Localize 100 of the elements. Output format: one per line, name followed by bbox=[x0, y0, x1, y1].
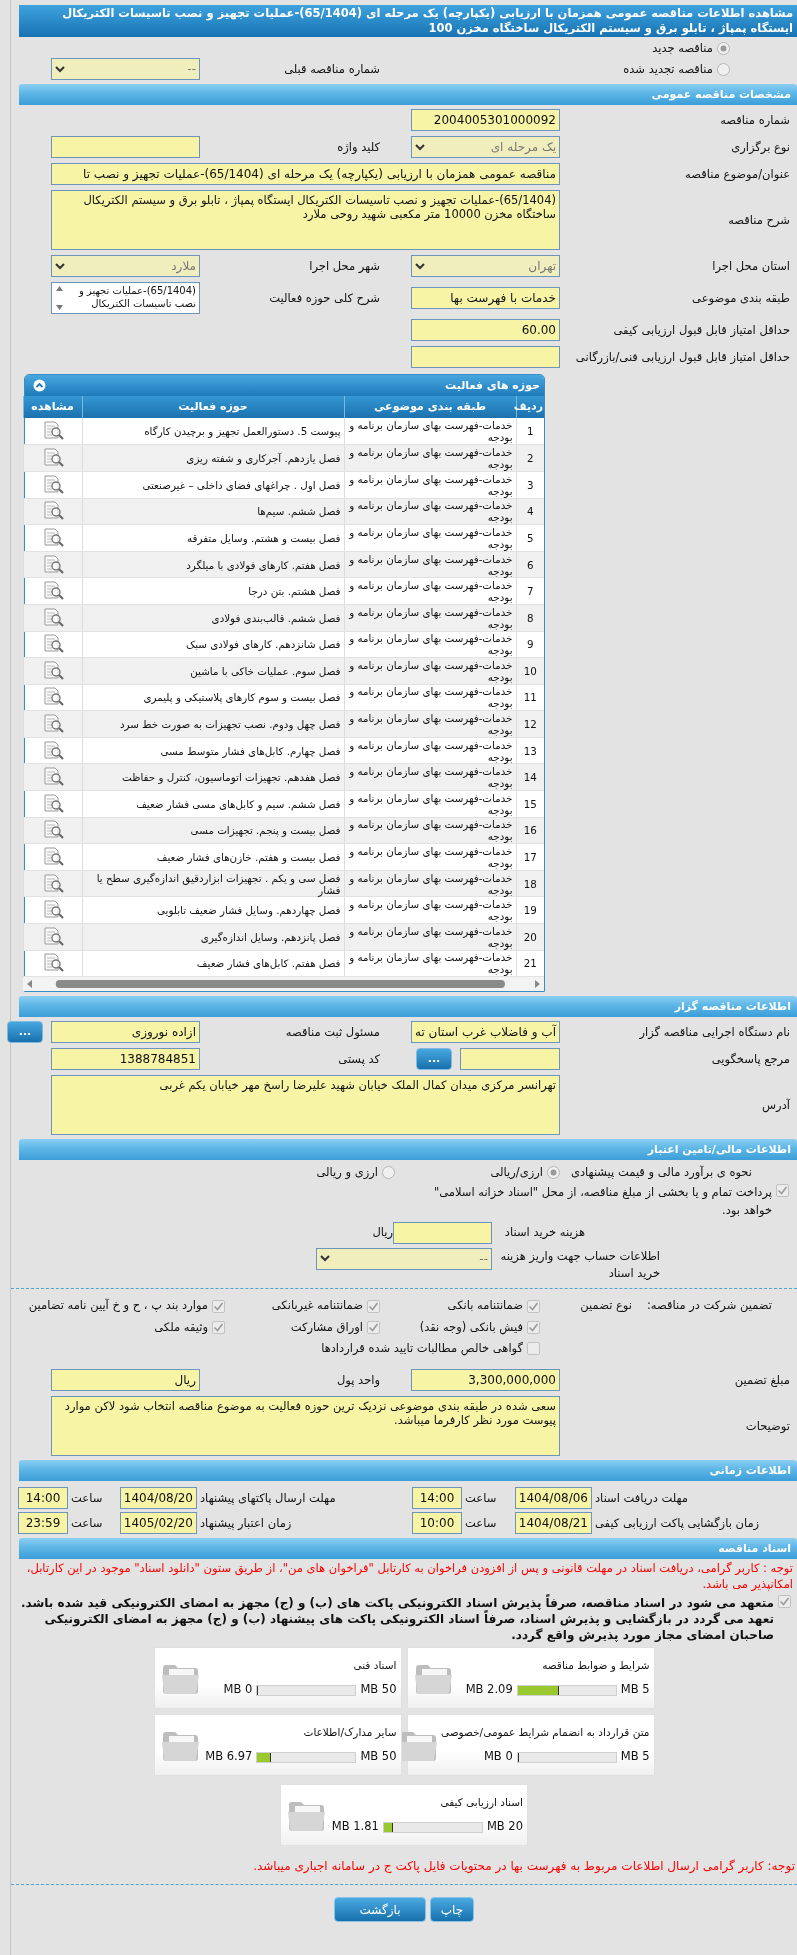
table-cell: 21 bbox=[516, 950, 544, 977]
input-field[interactable]: ازاده نوروزی bbox=[51, 1021, 200, 1044]
table-cell: 16 bbox=[516, 817, 544, 844]
time-field[interactable]: 23:59 bbox=[18, 1512, 68, 1535]
date-field[interactable]: 1404/08/06 bbox=[515, 1487, 592, 1510]
more-button[interactable]: ... bbox=[416, 1048, 452, 1071]
page-title: مشاهده اطلاعات مناقصه عمومی همزمان با ارزیابی (یکپارچه) یک مرحله ای (65/1404)-عملیات تجهیز و نصب تاسیسات الکتریکال ایستگاه پمپاژ ، تابلو برق و سیستم الکتریکال ساختگاه مخزن 100 bbox=[19, 5, 797, 37]
table-cell: 17 bbox=[516, 843, 544, 871]
field-label: عنوان/موضوع مناقصه bbox=[684, 165, 790, 183]
table-cell: 1 bbox=[516, 418, 544, 445]
table-cell: خدمات-فهرست بهای سازمان برنامه و بودجه bbox=[344, 950, 516, 977]
field-label: زمان اعتبار پیشنهاد bbox=[199, 1514, 293, 1532]
table-cell: فصل پانزدهم. وسایل اندازه‌گیری bbox=[82, 923, 344, 951]
table-cell: خدمات-فهرست بهای سازمان برنامه و بودجه bbox=[344, 657, 516, 685]
column-header: ردیف bbox=[516, 396, 544, 419]
option-label: ارزی و ریالی bbox=[316, 1164, 378, 1182]
checkbox-label: اوراق مشارکت bbox=[290, 1318, 363, 1336]
field-label: شهر محل اجرا bbox=[308, 257, 380, 275]
column-header: مشاهده bbox=[23, 396, 82, 419]
file-title: متن قرارداد به انضمام شرایط عمومی/خصوصی bbox=[440, 1724, 650, 1741]
date-field[interactable]: 1404/08/20 bbox=[120, 1487, 197, 1510]
field-label: ساعت bbox=[70, 1514, 104, 1532]
table-cell: خدمات-فهرست بهای سازمان برنامه و بودجه bbox=[344, 817, 516, 844]
table-cell: فصل بیست و هشتم. وسایل متفرقه bbox=[82, 524, 344, 552]
field-label: کد پستی bbox=[337, 1050, 380, 1068]
checkbox-label: موارد بند پ ، ح و خ آیین نامه تضامین bbox=[28, 1297, 208, 1315]
input-field[interactable]: ریال bbox=[51, 1369, 200, 1392]
table-cell: خدمات-فهرست بهای سازمان برنامه و بودجه bbox=[344, 444, 516, 472]
size-label: 0 MB bbox=[483, 1748, 513, 1766]
size-label: 2.09 MB bbox=[465, 1681, 513, 1699]
dropdown[interactable]: -- bbox=[51, 58, 200, 81]
field-label: مسئول ثبت مناقصه bbox=[284, 1023, 380, 1041]
field-label: مهلت ارسال پاکتهای پیشنهاد bbox=[199, 1489, 337, 1507]
field-label: واحد پول bbox=[335, 1371, 380, 1389]
table-cell: خدمات-فهرست بهای سازمان برنامه و بودجه bbox=[344, 418, 516, 445]
section-header: اسناد مناقصه bbox=[19, 1538, 797, 1560]
input-field[interactable]: مناقصه عمومی همزمان با ارزیابی (یکپارچه) یک مرحله ای (65/1404)-عملیات تجهیز و نصب تا bbox=[51, 163, 560, 186]
dropdown[interactable]: یک مرحله ای bbox=[411, 136, 560, 159]
table-cell: 13 bbox=[516, 737, 544, 764]
table-cell: خدمات-فهرست بهای سازمان برنامه و بودجه bbox=[344, 737, 516, 764]
text-area[interactable]: (65/1404)-عملیات تجهیز و نصب تاسیسات الکتریکال ایستگاه پمپاژ ، تابلو برق و سیستم الکتریکال ساختگاه مخزن 10000 متر مکعبی شهید روحی ملارد bbox=[51, 190, 560, 251]
input-field[interactable]: آب و فاضلاب غرب استان ته bbox=[411, 1021, 560, 1044]
input-field[interactable]: 1388784851 bbox=[51, 1048, 200, 1071]
option-label: مناقصه جدید bbox=[652, 40, 713, 57]
input-field[interactable]: 60.00 bbox=[411, 319, 560, 342]
time-field[interactable]: 14:00 bbox=[412, 1487, 462, 1510]
checkbox-label: ضمانتنامه غیربانکی bbox=[271, 1297, 363, 1315]
table-cell: 3 bbox=[516, 471, 544, 499]
field-label: طبقه بندی موضوعی bbox=[691, 289, 790, 307]
size-label: 0 MB bbox=[223, 1681, 253, 1699]
action-button[interactable]: بازگشت bbox=[334, 1897, 426, 1923]
dropdown[interactable]: تهران bbox=[411, 255, 560, 278]
date-field[interactable]: 1405/02/20 bbox=[120, 1512, 197, 1535]
table-cell: 8 bbox=[516, 604, 544, 631]
size-label: 5 MB bbox=[620, 1681, 650, 1699]
table-cell: فصل بیست و سوم کارهای پلاستیکی و پلیمری bbox=[82, 684, 344, 711]
dropdown[interactable]: ملارد bbox=[51, 255, 200, 278]
checkbox-label: گواهی خالص مطالبات تایید شده قراردادها bbox=[321, 1339, 523, 1358]
table-cell: خدمات-فهرست بهای سازمان برنامه و بودجه bbox=[344, 577, 516, 605]
list-box[interactable]: (65/1404)-عملیات تجهیز و نصب تاسیسات الکتریکال bbox=[51, 282, 200, 315]
text-area[interactable]: سعی شده در طبقه بندی موضوعی نزدیک ترین حوزه فعالیت به موضوع مناقصه انتخاب شود لاکن موارد پیوست مورد نظر کارفرما میباشد. bbox=[51, 1396, 560, 1457]
action-button[interactable]: چاپ bbox=[430, 1897, 474, 1923]
field-label: شماره مناقصه bbox=[719, 111, 790, 129]
field-label: اطلاعات حساب جهت واریز هزینه خرید اسناد bbox=[499, 1247, 660, 1283]
time-field[interactable]: 14:00 bbox=[18, 1487, 68, 1510]
field-label: مرجع پاسخگویی bbox=[710, 1050, 790, 1068]
field-label: مهلت دریافت اسناد bbox=[594, 1489, 689, 1507]
date-field[interactable]: 1404/08/21 bbox=[515, 1512, 592, 1535]
checkbox-label: وثیقه ملکی bbox=[154, 1318, 208, 1336]
table-cell: 19 bbox=[516, 896, 544, 924]
commitment-text: متعهد می شود در اسناد مناقصه، صرفاً پذیرش اسناد الکترونیکی پاکت های (ب) و (ج) مجهز به امضای الکترونیکی قید شده باشد. تعهد می گردد در بازگشایی و پذیرش اسناد، صرفاً اسناد الکترونیکی پاکت های پیشنهاد (ب) و (ج) مجهز به امضای الکترونیکی صاحبان امضای مجاز مورد پذیرش واقع گردد. bbox=[21, 1595, 774, 1644]
section-header: اطلاعات مناقصه گزار bbox=[19, 996, 797, 1018]
text-area[interactable]: تهرانسر مرکزی میدان کمال الملک خیابان شهید علیرضا راسخ مهر خیابان یکم غربی bbox=[51, 1075, 560, 1136]
size-label: 5 MB bbox=[620, 1748, 650, 1766]
input-field[interactable]: خدمات با فهرست بها bbox=[411, 287, 560, 310]
table-cell: فصل شانزدهم. کارهای فولادی سبک bbox=[82, 631, 344, 658]
time-field[interactable]: 10:00 bbox=[412, 1512, 462, 1535]
table-cell: خدمات-فهرست بهای سازمان برنامه و بودجه bbox=[344, 524, 516, 552]
field-label: نوع تضمین bbox=[579, 1297, 632, 1315]
field-label: تضمین شرکت در مناقصه: bbox=[645, 1297, 772, 1315]
file-title: سایر مدارک/اطلاعات bbox=[302, 1724, 397, 1741]
size-label: 50 MB bbox=[360, 1748, 397, 1766]
field-label: شرح مناقصه bbox=[727, 211, 790, 229]
input-field[interactable]: 3,300,000,000 bbox=[411, 1369, 560, 1392]
table-cell: فصل چهاردهم. وسایل فشار ضعیف تابلویی bbox=[82, 896, 344, 924]
field-label: توضیحات bbox=[744, 1417, 790, 1435]
table-cell: فصل بیست و پنجم. تجهیزات مسی bbox=[82, 817, 344, 844]
table-cell: فصل هفدهم. تجهیزات اتوماسیون، کنترل و حفاظت bbox=[82, 763, 344, 791]
table-cell: خدمات-فهرست بهای سازمان برنامه و بودجه bbox=[344, 763, 516, 791]
column-header: حوزه فعالیت bbox=[82, 396, 344, 419]
more-button[interactable]: ... bbox=[7, 1021, 43, 1044]
field-label: نوع برگزاری bbox=[730, 138, 790, 156]
table-cell: فصل بیست و هفتم. خازن‌های فشار ضعیف bbox=[82, 843, 344, 871]
table-cell: خدمات-فهرست بهای سازمان برنامه و بودجه bbox=[344, 631, 516, 658]
dropdown[interactable]: -- bbox=[316, 1247, 492, 1270]
table-cell: 20 bbox=[516, 923, 544, 951]
field-label: استان محل اجرا bbox=[711, 257, 790, 275]
table-cell: پیوست 5. دستورالعمل تجهیز و برچیدن کارگاه bbox=[82, 418, 344, 445]
field-label: مبلغ تضمین bbox=[733, 1371, 790, 1389]
input-field[interactable]: 2004005301000092 bbox=[411, 109, 560, 132]
